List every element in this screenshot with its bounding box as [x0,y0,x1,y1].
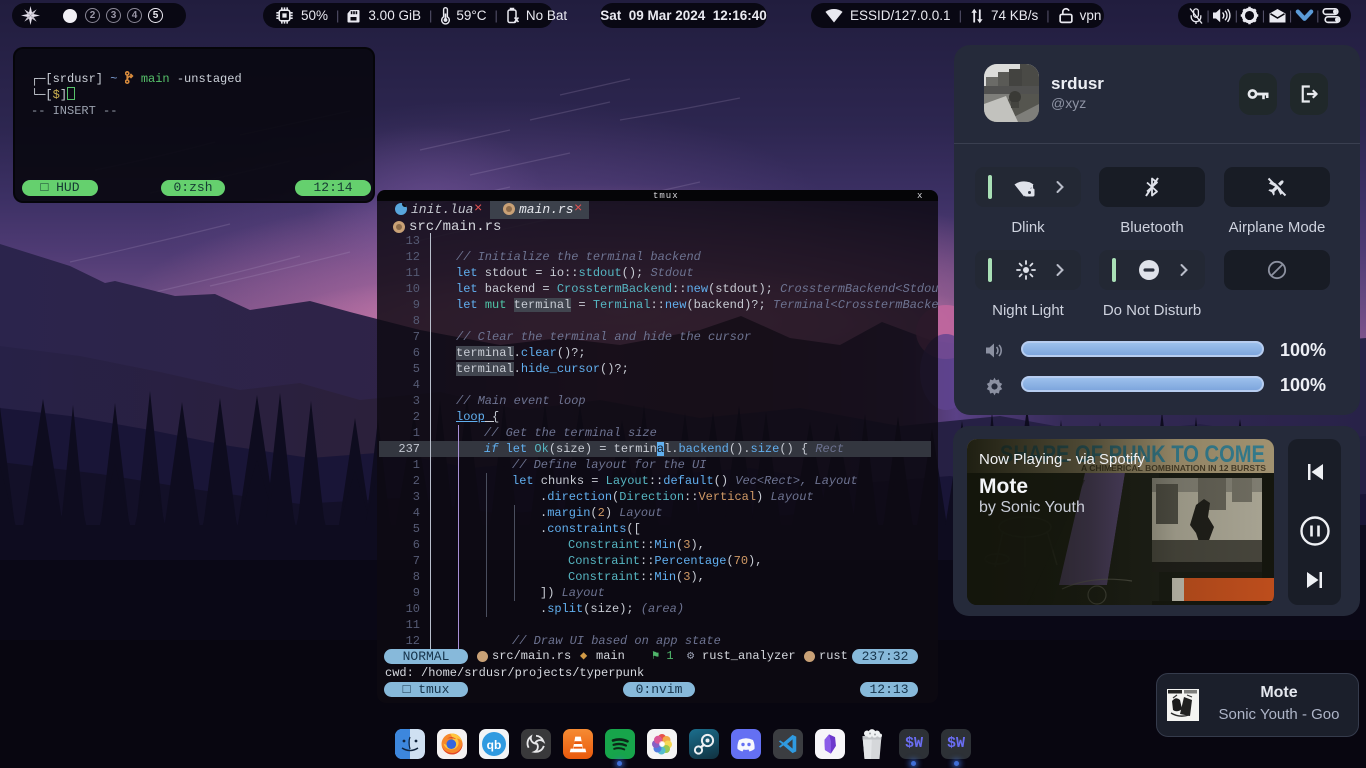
svg-text:qb: qb [487,738,502,752]
